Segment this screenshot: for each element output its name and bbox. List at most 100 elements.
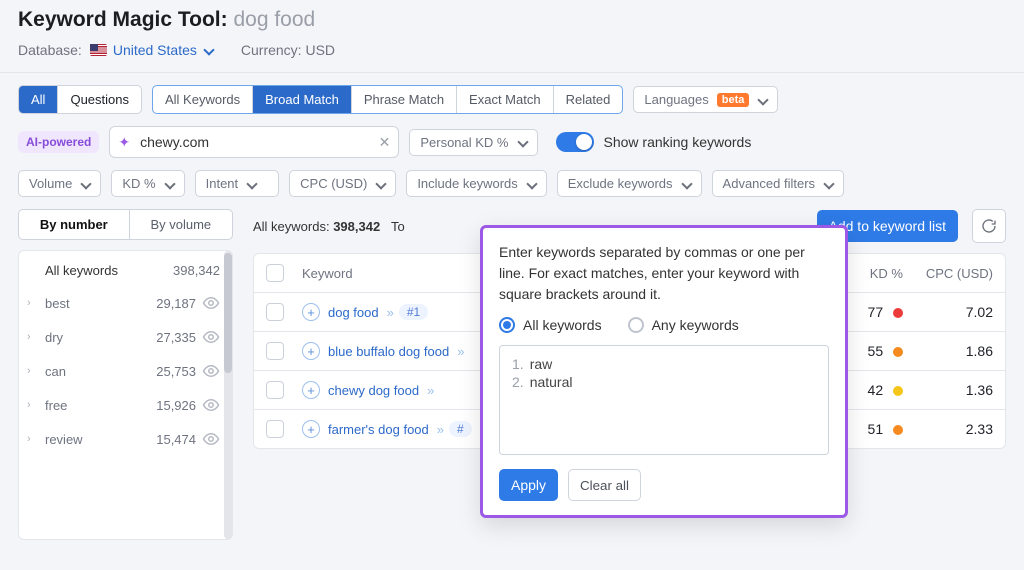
difficulty-dot-icon [893, 347, 903, 357]
match-type-segment: All Keywords Broad Match Phrase Match Ex… [152, 85, 623, 114]
radio-icon [499, 317, 515, 333]
position-badge: #1 [399, 304, 428, 320]
group-label: All keywords [45, 263, 167, 278]
tab-exact-match[interactable]: Exact Match [456, 86, 553, 113]
group-label: can [45, 364, 150, 379]
tab-all-keywords[interactable]: All Keywords [153, 86, 252, 113]
apply-button[interactable]: Apply [499, 469, 558, 501]
double-chevron-icon: » [437, 422, 441, 437]
tab-by-number[interactable]: By number [19, 210, 129, 239]
chevron-down-icon [164, 178, 175, 189]
sidebar-item-dry[interactable]: ›dry27,335 [19, 320, 232, 354]
beta-badge: beta [717, 93, 750, 107]
eye-icon[interactable] [202, 294, 220, 312]
chevron-right-icon: › [27, 365, 39, 377]
intent-filter[interactable]: Intent [195, 170, 280, 197]
domain-input-wrapper[interactable]: ✦ ✕ [109, 126, 399, 158]
col-cpc[interactable]: CPC (USD) [903, 266, 993, 281]
chevron-down-icon [823, 178, 834, 189]
tab-broad-match[interactable]: Broad Match [252, 86, 351, 113]
eye-icon[interactable] [202, 362, 220, 380]
keyword-link[interactable]: farmer's dog food [328, 422, 429, 437]
difficulty-dot-icon [893, 308, 903, 318]
add-icon[interactable]: + [302, 303, 320, 321]
tab-all[interactable]: All [19, 86, 57, 113]
cpc-cell: 1.36 [903, 382, 993, 398]
group-count: 15,926 [156, 398, 196, 413]
radio-any-keywords[interactable]: Any keywords [628, 317, 739, 333]
keyword-link[interactable]: dog food [328, 305, 379, 320]
database-selector[interactable]: Database: United States [18, 42, 213, 58]
tool-title: Keyword Magic Tool: [18, 8, 228, 31]
refresh-icon [981, 218, 997, 234]
advanced-filters[interactable]: Advanced filters [712, 170, 845, 197]
sidebar-item-review[interactable]: › review 15,474 [19, 422, 232, 456]
tab-related[interactable]: Related [553, 86, 623, 113]
radio-all-keywords[interactable]: All keywords [499, 317, 602, 333]
chevron-down-icon [517, 136, 528, 147]
add-icon[interactable]: + [302, 381, 320, 399]
add-icon[interactable]: + [302, 420, 320, 438]
group-label: free [45, 398, 150, 413]
tab-questions[interactable]: Questions [57, 86, 141, 113]
tab-phrase-match[interactable]: Phrase Match [351, 86, 456, 113]
domain-input[interactable] [138, 133, 371, 151]
difficulty-dot-icon [893, 425, 903, 435]
group-all-keywords[interactable]: All keywords 398,342 [19, 255, 232, 286]
chevron-right-icon: › [27, 331, 39, 343]
include-keywords-filter[interactable]: Include keywords [406, 170, 546, 197]
chevron-right-icon: › [27, 433, 39, 445]
tab-by-volume[interactable]: By volume [129, 210, 232, 239]
cpc-filter[interactable]: CPC (USD) [289, 170, 396, 197]
query-text: dog food [233, 8, 315, 31]
languages-dropdown[interactable]: Languages beta [633, 86, 778, 113]
row-checkbox[interactable] [266, 420, 284, 438]
group-label: best [45, 296, 150, 311]
clear-domain-icon[interactable]: ✕ [379, 134, 391, 151]
row-checkbox[interactable] [266, 381, 284, 399]
double-chevron-icon: » [457, 344, 461, 359]
eye-icon[interactable] [202, 430, 220, 448]
add-icon[interactable]: + [302, 342, 320, 360]
chevron-down-icon [526, 178, 537, 189]
group-count: 398,342 [173, 263, 220, 278]
cpc-cell: 1.86 [903, 343, 993, 359]
exclude-keywords-filter[interactable]: Exclude keywords [557, 170, 702, 197]
position-badge: # [449, 421, 472, 437]
keyword-link[interactable]: chewy dog food [328, 383, 419, 398]
chevron-down-icon [81, 178, 92, 189]
eye-icon[interactable] [202, 328, 220, 346]
personal-kd-dropdown[interactable]: Personal KD % [409, 129, 537, 156]
row-checkbox[interactable] [266, 342, 284, 360]
select-all-checkbox[interactable] [266, 264, 284, 282]
eye-icon[interactable] [202, 396, 220, 414]
include-keywords-popover: Enter keywords separated by commas or on… [480, 225, 848, 518]
group-count: 27,335 [156, 330, 196, 345]
kd-filter[interactable]: KD % [111, 170, 184, 197]
row-checkbox[interactable] [266, 303, 284, 321]
sparkle-icon: ✦ [118, 134, 130, 151]
cpc-cell: 7.02 [903, 304, 993, 320]
chevron-right-icon: › [27, 399, 39, 411]
languages-label: Languages [644, 92, 708, 107]
chevron-right-icon: › [27, 297, 39, 309]
refresh-button[interactable] [972, 209, 1006, 243]
keyword-link[interactable]: blue buffalo dog food [328, 344, 449, 359]
ranking-toggle[interactable] [556, 132, 594, 152]
radio-icon [628, 317, 644, 333]
sidebar-item-free[interactable]: › free 15,926 [19, 388, 232, 422]
sidebar-item-best[interactable]: › best 29,187 [19, 286, 232, 320]
scrollbar[interactable] [224, 251, 232, 539]
volume-filter[interactable]: Volume [18, 170, 101, 197]
currency-label: Currency: USD [241, 42, 335, 58]
group-count: 15,474 [156, 432, 196, 447]
group-label: review [45, 432, 150, 447]
cpc-cell: 2.33 [903, 421, 993, 437]
double-chevron-icon: » [387, 305, 391, 320]
clear-all-button[interactable]: Clear all [568, 469, 641, 501]
group-count: 29,187 [156, 296, 196, 311]
chevron-down-icon [376, 178, 387, 189]
popover-help-text: Enter keywords separated by commas or on… [499, 242, 829, 305]
include-keywords-textarea[interactable]: 1.raw2.natural [499, 345, 829, 455]
sidebar-item-can[interactable]: ›can25,753 [19, 354, 232, 388]
